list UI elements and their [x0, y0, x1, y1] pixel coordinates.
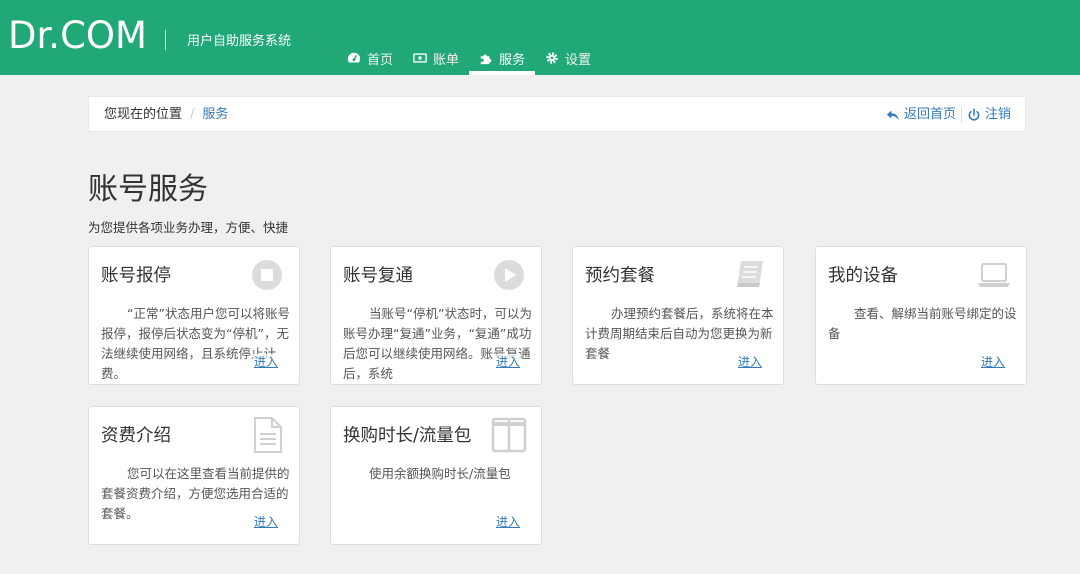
home-link[interactable]: 返回首页 — [886, 106, 956, 124]
card-title: 资费介绍 — [101, 426, 171, 446]
card-description: 当账号“停机”状态时，可以为账号办理“复通”业务，“复通”成功后您可以继续使用网… — [343, 306, 532, 381]
money-icon — [413, 53, 427, 63]
breadcrumb: 您现在的位置 / 服务 返回首页 注销 — [88, 96, 1026, 132]
play-icon — [494, 260, 524, 290]
nav-item-label: 设置 — [565, 52, 592, 68]
service-card-tariff-info: 资费介绍 您可以在这里查看当前提供的套餐资费介绍，方便您选用合适的套餐。 进入 — [88, 406, 300, 545]
system-subtitle: 用户自助服务系统 — [187, 34, 292, 49]
card-title: 账号报停 — [101, 266, 171, 286]
nav-item-settings[interactable]: 设置 — [535, 44, 601, 72]
logout-link[interactable]: 注销 — [967, 106, 1011, 124]
top-header: Dr.COM 用户自助服务系统 首页 账单 服务 设置 — [0, 0, 1080, 75]
card-description: “正常”状态用户您可以将账号报停，报停后状态变为“停机”，无法继续使用网络，且系… — [101, 306, 290, 381]
book-icon — [737, 261, 763, 287]
breadcrumb-separator: / — [190, 107, 195, 122]
enter-link[interactable]: 进入 — [494, 514, 521, 530]
page-subtitle: 为您提供各项业务办理，方便、快捷 — [88, 220, 289, 235]
stop-icon — [252, 260, 282, 290]
enter-link[interactable]: 进入 — [979, 354, 1006, 370]
logo: Dr.COM — [8, 14, 147, 57]
dashboard-icon — [347, 52, 361, 63]
logo-divider — [165, 30, 166, 50]
enter-link[interactable]: 进入 — [736, 354, 763, 370]
page-title: 账号服务 — [88, 172, 208, 207]
nav-item-bill[interactable]: 账单 — [403, 44, 469, 72]
card-description: 使用余额换购时长/流量包 — [369, 466, 511, 481]
main-nav: 首页 账单 服务 设置 — [337, 44, 601, 75]
card-title: 我的设备 — [828, 266, 898, 286]
puzzle-icon — [480, 54, 492, 65]
power-icon — [968, 108, 980, 121]
laptop-icon — [978, 263, 1010, 287]
breadcrumb-current[interactable]: 服务 — [202, 107, 228, 122]
breadcrumb-prefix: 您现在的位置 — [104, 107, 183, 122]
service-card-resume: 账号复通 当账号“停机”状态时，可以为账号办理“复通”业务，“复通”成功后您可以… — [330, 246, 542, 385]
card-description: 办理预约套餐后，系统将在本计费周期结束后自动为您更换为新套餐 — [585, 306, 774, 361]
enter-link[interactable]: 进入 — [252, 514, 279, 530]
service-card-exchange-package: 换购时长/流量包 使用余额换购时长/流量包 进入 — [330, 406, 542, 545]
card-description: 查看、解绑当前账号绑定的设备 — [828, 306, 1017, 341]
columns-icon — [491, 417, 527, 453]
document-icon — [254, 417, 282, 453]
service-card-my-devices: 我的设备 查看、解绑当前账号绑定的设备 进入 — [815, 246, 1027, 385]
nav-item-label: 账单 — [433, 52, 460, 68]
nav-item-label: 首页 — [367, 52, 394, 68]
card-title: 预约套餐 — [585, 266, 655, 286]
card-title: 换购时长/流量包 — [343, 426, 472, 446]
service-card-suspend: 账号报停 “正常”状态用户您可以将账号报停，报停后状态变为“停机”，无法继续使用… — [88, 246, 300, 385]
service-card-reserve-package: 预约套餐 办理预约套餐后，系统将在本计费周期结束后自动为您更换为新套餐 进入 — [572, 246, 784, 385]
gear-icon — [546, 52, 558, 64]
enter-link[interactable]: 进入 — [494, 354, 521, 370]
card-description: 您可以在这里查看当前提供的套餐资费介绍，方便您选用合适的套餐。 — [101, 466, 290, 521]
nav-item-service[interactable]: 服务 — [469, 44, 536, 75]
nav-item-label: 服务 — [499, 52, 526, 68]
home-link-label: 返回首页 — [903, 107, 956, 122]
enter-link[interactable]: 进入 — [252, 354, 279, 370]
nav-item-home[interactable]: 首页 — [337, 44, 403, 72]
logout-link-label: 注销 — [984, 107, 1011, 122]
card-title: 账号复通 — [343, 266, 413, 286]
reply-icon — [886, 110, 899, 121]
actions-divider — [960, 107, 962, 123]
